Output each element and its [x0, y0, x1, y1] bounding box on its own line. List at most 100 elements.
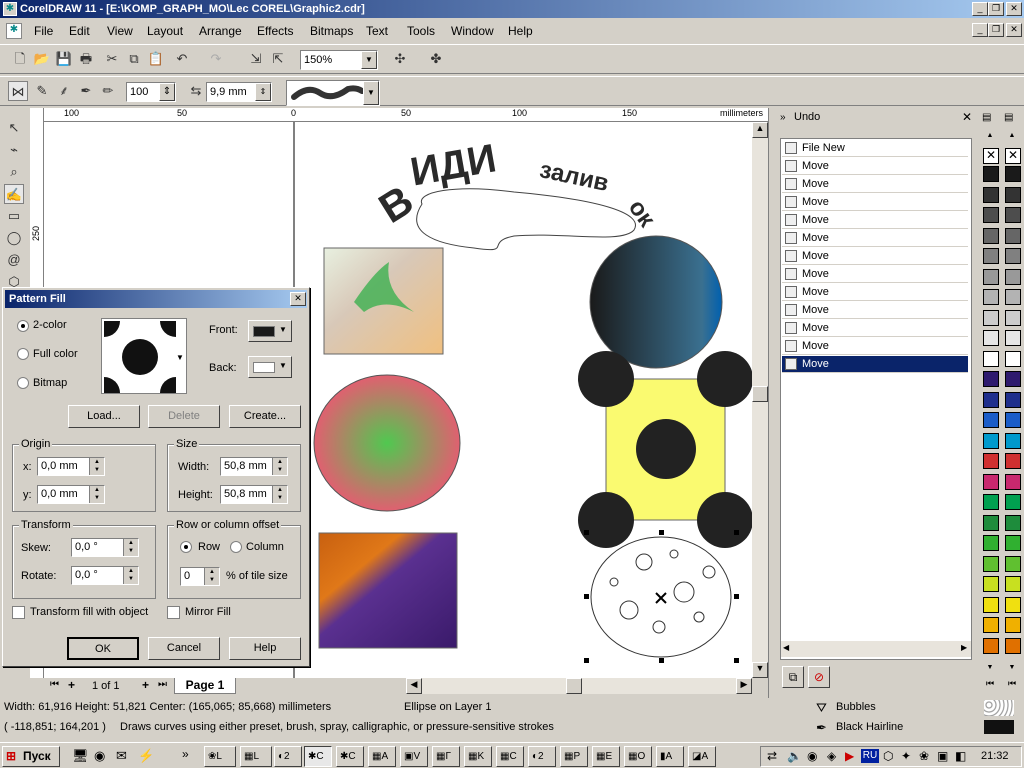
color-swatch[interactable]: [983, 309, 999, 326]
docker-arrows-icon[interactable]: »: [780, 112, 786, 123]
undo-item[interactable]: Move: [782, 266, 968, 283]
sprayer-mode-icon[interactable]: ⸙: [54, 81, 74, 101]
undo-item[interactable]: Move: [782, 302, 968, 319]
color-swatch[interactable]: [1005, 186, 1021, 203]
width-icon[interactable]: ⇆: [186, 81, 206, 101]
color-swatch[interactable]: [1005, 453, 1021, 469]
tray-app-icon[interactable]: ◈: [827, 749, 836, 763]
color-swatch[interactable]: [1005, 596, 1021, 613]
bitmap-radio[interactable]: [17, 377, 29, 389]
color-swatch[interactable]: [1005, 289, 1021, 305]
outline-swatch[interactable]: [984, 720, 1014, 734]
scroll-thumb[interactable]: [752, 386, 768, 402]
color-swatch[interactable]: [983, 576, 999, 592]
undo-icon[interactable]: ↶: [172, 49, 192, 69]
spinner-icon[interactable]: ▲ ▼: [272, 486, 287, 503]
quicklaunch-app-icon[interactable]: ⚡: [138, 748, 154, 764]
back-color-picker[interactable]: ▼: [248, 356, 292, 378]
doc-minimize-button[interactable]: _: [972, 23, 988, 37]
color-swatch[interactable]: [983, 391, 999, 408]
color-swatch[interactable]: [983, 555, 999, 572]
undo-item[interactable]: Move: [782, 320, 968, 337]
new-icon[interactable]: 🗋: [10, 49, 30, 69]
palette-scroll-up-icon[interactable]: ▲: [1004, 132, 1020, 140]
color-swatch[interactable]: [1005, 412, 1021, 428]
chevron-down-icon[interactable]: ▼: [361, 51, 377, 69]
undo-item[interactable]: Move: [782, 176, 968, 193]
two-color-radio[interactable]: [17, 320, 29, 332]
palette-flyout-icon[interactable]: ⏮: [1004, 678, 1020, 690]
row-radio[interactable]: [180, 541, 192, 553]
doc-restore-button[interactable]: ❐: [988, 23, 1004, 37]
menu-view[interactable]: View: [107, 24, 133, 38]
color-swatch[interactable]: [1005, 555, 1021, 572]
doc-close-button[interactable]: ✕: [1006, 23, 1022, 37]
smoothness-field[interactable]: 100 ⇕: [126, 82, 176, 102]
undo-hscrollbar[interactable]: ◀ ▶: [781, 641, 971, 657]
close-button[interactable]: ✕: [1006, 2, 1022, 16]
help-button[interactable]: Help: [229, 637, 301, 660]
palette-scroll-down-icon[interactable]: ▼: [982, 664, 998, 672]
stroke-width-field[interactable]: 9,9 mm ⇕: [206, 82, 272, 102]
color-swatch[interactable]: [983, 637, 999, 654]
color-swatch[interactable]: [983, 289, 999, 305]
color-swatch[interactable]: [983, 186, 999, 203]
ok-button[interactable]: OK: [67, 637, 139, 660]
task-button-11[interactable]: ◐2: [528, 746, 556, 767]
export-icon[interactable]: ⇱: [268, 49, 288, 69]
front-color-picker[interactable]: ▼: [248, 320, 292, 342]
tray-app-icon[interactable]: ▣: [937, 749, 948, 763]
undo-item[interactable]: Move: [782, 194, 968, 211]
color-swatch[interactable]: [1005, 309, 1021, 326]
scroll-down-icon[interactable]: ▼: [752, 662, 768, 678]
color-swatch[interactable]: [983, 248, 999, 264]
tray-app-icon[interactable]: ✦: [901, 749, 911, 763]
scroll-left-icon[interactable]: ◀: [406, 678, 422, 694]
menu-help[interactable]: Help: [508, 24, 533, 38]
save-macro-icon[interactable]: ⧉: [782, 666, 804, 688]
color-swatch[interactable]: [983, 227, 999, 244]
color-swatch[interactable]: [1005, 166, 1021, 182]
tray-network-icon[interactable]: ⇄: [767, 749, 777, 763]
docker-close-icon[interactable]: ✕: [962, 110, 972, 124]
spinner-icon[interactable]: ⇕: [255, 83, 271, 101]
tray-media-icon[interactable]: ▶: [845, 749, 854, 763]
task-button-9[interactable]: ▦K: [464, 746, 492, 767]
color-swatch[interactable]: [1005, 617, 1021, 633]
color-swatch[interactable]: [983, 350, 999, 367]
color-swatch[interactable]: [983, 268, 999, 285]
preset-stroke-list[interactable]: ▼: [286, 80, 380, 106]
page-tab[interactable]: Page 1: [174, 678, 236, 694]
maximize-button[interactable]: ❐: [988, 2, 1004, 16]
clear-undo-icon[interactable]: ⊘: [808, 666, 830, 688]
color-swatch[interactable]: [1005, 330, 1021, 346]
color-swatch[interactable]: [1005, 637, 1021, 654]
task-button-8[interactable]: ▦Г: [432, 746, 460, 767]
import-icon[interactable]: ⇲: [246, 49, 266, 69]
slider-icon[interactable]: ⇕: [159, 83, 175, 101]
menu-window[interactable]: Window: [451, 24, 494, 38]
task-button-13[interactable]: ▦E: [592, 746, 620, 767]
menu-edit[interactable]: Edit: [69, 24, 90, 38]
spinner-icon[interactable]: ▲ ▼: [123, 567, 138, 584]
menu-tools[interactable]: Tools: [407, 24, 435, 38]
menu-text[interactable]: Text: [366, 24, 388, 38]
palette-options-icon[interactable]: ▤: [1004, 112, 1020, 130]
doc-icon[interactable]: ✱: [6, 23, 22, 39]
cancel-button[interactable]: Cancel: [148, 637, 220, 660]
task-button-6[interactable]: ▦A: [368, 746, 396, 767]
quicklaunch-outlook-icon[interactable]: ✉: [116, 748, 127, 764]
chevron-down-icon[interactable]: ▼: [176, 353, 184, 362]
menu-layout[interactable]: Layout: [147, 24, 183, 38]
scroll-up-icon[interactable]: ▲: [752, 122, 768, 138]
tray-volume-icon[interactable]: 🔈: [787, 749, 802, 763]
height-field[interactable]: 50,8 mm ▲ ▼: [220, 485, 288, 504]
mirror-fill-checkbox[interactable]: [167, 606, 180, 619]
menu-file[interactable]: File: [34, 24, 53, 38]
no-fill-swatch[interactable]: ✕: [1005, 148, 1021, 164]
preset-mode-icon[interactable]: ⋈: [8, 81, 28, 101]
ellipse-tool-icon[interactable]: ◯: [4, 228, 24, 248]
tray-app-icon[interactable]: ❀: [919, 749, 929, 763]
redo-icon[interactable]: ↷: [206, 49, 226, 69]
palette-options-icon[interactable]: ▤: [982, 112, 998, 130]
